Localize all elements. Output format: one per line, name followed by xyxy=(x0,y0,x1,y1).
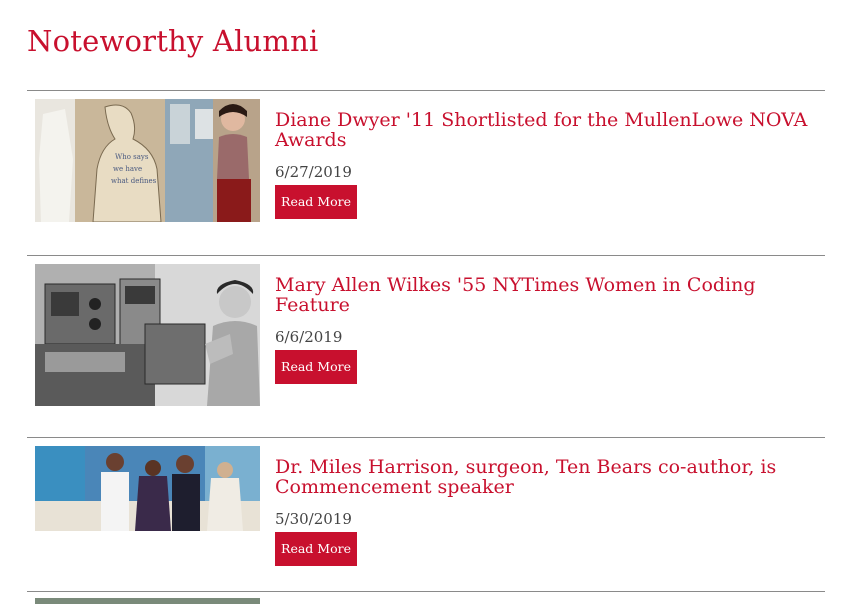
article-title-link[interactable]: Diane Dwyer '11 Shortlisted for the Mull… xyxy=(275,110,823,150)
read-more-button[interactable]: Read More xyxy=(275,185,357,219)
article-thumbnail[interactable]: Who says we have what defines xyxy=(35,99,260,222)
article-item: Dr. Miles Harrison, surgeon, Ten Bears c… xyxy=(27,438,825,591)
article-date: 5/30/2019 xyxy=(275,510,352,528)
svg-text:what defines: what defines xyxy=(111,177,157,185)
article-item: Who says we have what defines Diane Dwye… xyxy=(27,91,825,255)
article-thumbnail[interactable] xyxy=(35,446,260,531)
divider xyxy=(27,591,825,592)
read-more-button[interactable]: Read More xyxy=(275,350,357,384)
page-title: Noteworthy Alumni xyxy=(27,24,319,58)
article-thumbnail[interactable] xyxy=(35,264,260,406)
article-thumbnail[interactable] xyxy=(35,598,260,604)
article-item: Mary Allen Wilkes '55 NYTimes Women in C… xyxy=(27,256,825,437)
read-more-button[interactable]: Read More xyxy=(275,532,357,566)
article-date: 6/27/2019 xyxy=(275,163,352,181)
article-title-link[interactable]: Dr. Miles Harrison, surgeon, Ten Bears c… xyxy=(275,457,823,497)
svg-text:Who says: Who says xyxy=(115,153,149,161)
article-title-link[interactable]: Mary Allen Wilkes '55 NYTimes Women in C… xyxy=(275,275,823,315)
article-date: 6/6/2019 xyxy=(275,328,343,346)
svg-text:we have: we have xyxy=(113,165,142,173)
